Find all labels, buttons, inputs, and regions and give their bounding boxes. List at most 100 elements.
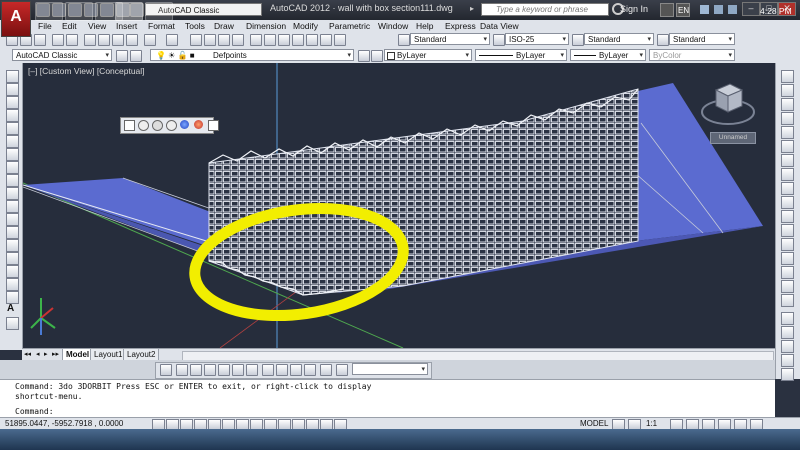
move-icon[interactable] <box>781 140 794 153</box>
extend-icon[interactable] <box>781 210 794 223</box>
rectangle-icon[interactable] <box>6 122 19 135</box>
menu-dimension[interactable]: Dimension <box>246 21 286 31</box>
coordinate-display[interactable]: 51895.0447, -5952.7918 , 0.0000 <box>5 419 123 428</box>
trim-icon[interactable] <box>781 196 794 209</box>
copy-icon[interactable] <box>98 34 110 46</box>
tab-nav-last-icon[interactable]: ▸▸ <box>52 350 59 358</box>
cut-icon[interactable] <box>84 34 96 46</box>
model-space-toggle[interactable]: MODEL <box>580 419 608 428</box>
annotation-scale[interactable]: 1:1 <box>646 419 657 428</box>
insert-block-icon[interactable] <box>6 213 19 226</box>
dimension-style-icon[interactable] <box>781 368 794 381</box>
tray-network-icon[interactable] <box>714 5 723 14</box>
named-view-dropdown[interactable]: Unnamed <box>710 132 756 144</box>
taskbar-app-icon[interactable] <box>145 2 173 21</box>
language-indicator[interactable]: EN <box>678 6 689 15</box>
visual-style-icon[interactable] <box>194 120 203 129</box>
right-view-icon[interactable] <box>218 364 230 376</box>
multiline-text-icon[interactable]: A <box>7 303 14 314</box>
table-style-icon[interactable] <box>572 34 584 46</box>
orbit-icon[interactable] <box>138 120 149 131</box>
menu-window[interactable]: Window <box>378 21 408 31</box>
tab-nav-prev-icon[interactable]: ◂ <box>36 350 40 358</box>
mirror-icon[interactable] <box>781 98 794 111</box>
taskbar-explorer-icon[interactable] <box>65 2 93 21</box>
paste-icon[interactable] <box>112 34 124 46</box>
break-at-point-icon[interactable] <box>781 224 794 237</box>
text-style-icon[interactable] <box>398 34 410 46</box>
sheet-set-icon[interactable] <box>292 34 304 46</box>
make-current-layer-icon[interactable] <box>358 50 370 62</box>
top-view-icon[interactable] <box>176 364 188 376</box>
scale-icon[interactable] <box>781 168 794 181</box>
erase-icon[interactable] <box>781 70 794 83</box>
search-arrow-icon[interactable]: ▸ <box>470 4 474 13</box>
menu-parametric[interactable]: Parametric <box>329 21 370 31</box>
circle-icon[interactable] <box>6 148 19 161</box>
layer-previous-icon[interactable] <box>371 50 383 62</box>
revision-cloud-icon[interactable] <box>6 161 19 174</box>
plot-icon[interactable] <box>52 34 64 46</box>
se-iso-icon[interactable] <box>276 364 288 376</box>
line-icon[interactable] <box>6 70 19 83</box>
dimension-angular-icon[interactable] <box>781 354 794 367</box>
plot-preview-icon[interactable] <box>66 34 78 46</box>
3d-orbit-icon[interactable] <box>336 364 348 376</box>
chamfer-icon[interactable] <box>781 266 794 279</box>
array-icon[interactable] <box>781 126 794 139</box>
menu-view[interactable]: View <box>88 21 106 31</box>
tab-nav-next-icon[interactable]: ▸ <box>44 350 48 358</box>
make-block-icon[interactable] <box>6 226 19 239</box>
exchange-icon[interactable] <box>660 3 674 17</box>
minimize-button[interactable]: – <box>742 2 760 16</box>
ellipse-arc-icon[interactable] <box>6 200 19 213</box>
offset-icon[interactable] <box>781 112 794 125</box>
dimension-linear-icon[interactable] <box>781 312 794 325</box>
add-selected-icon[interactable] <box>6 317 19 330</box>
stretch-icon[interactable] <box>781 182 794 195</box>
menu-insert[interactable]: Insert <box>116 21 137 31</box>
text-style-select[interactable]: Standard <box>410 33 490 46</box>
spline-icon[interactable] <box>6 174 19 187</box>
hatch-icon[interactable] <box>6 252 19 265</box>
multileader-style-select[interactable]: Standard <box>669 33 735 46</box>
layer-properties-icon[interactable] <box>130 50 142 62</box>
workspace-select[interactable]: AutoCAD Classic <box>12 49 112 62</box>
bottom-view-icon[interactable] <box>190 364 202 376</box>
menu-edit[interactable]: Edit <box>62 21 77 31</box>
polygon-icon[interactable] <box>6 109 19 122</box>
multileader-style-icon[interactable] <box>657 34 669 46</box>
rotate-icon[interactable] <box>781 154 794 167</box>
menu-help[interactable]: Help <box>416 21 433 31</box>
gradient-icon[interactable] <box>6 265 19 278</box>
menu-tools[interactable]: Tools <box>185 21 205 31</box>
table-style-select[interactable]: Standard <box>584 33 654 46</box>
undo-icon[interactable] <box>144 34 156 46</box>
redo-icon[interactable] <box>166 34 178 46</box>
tab-nav-first-icon[interactable]: ◂◂ <box>24 350 31 358</box>
zoom-previous-icon[interactable] <box>232 34 244 46</box>
color-select[interactable]: ByLayer <box>384 49 472 62</box>
dim-style-icon[interactable] <box>493 34 505 46</box>
point-icon[interactable] <box>6 239 19 252</box>
free-orbit-icon[interactable] <box>152 120 163 131</box>
match-properties-icon[interactable] <box>126 34 138 46</box>
back-view-icon[interactable] <box>246 364 258 376</box>
pan-icon[interactable] <box>124 120 135 131</box>
menu-express[interactable]: Express <box>445 21 476 31</box>
ne-iso-icon[interactable] <box>290 364 302 376</box>
arc-icon[interactable] <box>6 135 19 148</box>
design-center-icon[interactable] <box>264 34 276 46</box>
zoom-realtime-icon[interactable] <box>204 34 216 46</box>
plan-view-icon[interactable] <box>160 364 172 376</box>
sw-iso-icon[interactable] <box>262 364 274 376</box>
taskbar-chrome-icon[interactable] <box>35 2 63 21</box>
sign-in-link[interactable]: Sign In <box>620 4 648 14</box>
continuous-orbit-icon[interactable] <box>166 120 177 131</box>
taskbar-autocad-icon[interactable] <box>115 2 143 21</box>
pan-icon[interactable] <box>190 34 202 46</box>
help-icon[interactable] <box>334 34 346 46</box>
taskbar-clock[interactable]: 4:28 PM <box>760 6 792 16</box>
zoom-window-icon[interactable] <box>218 34 230 46</box>
application-menu-button[interactable]: A <box>1 1 31 37</box>
